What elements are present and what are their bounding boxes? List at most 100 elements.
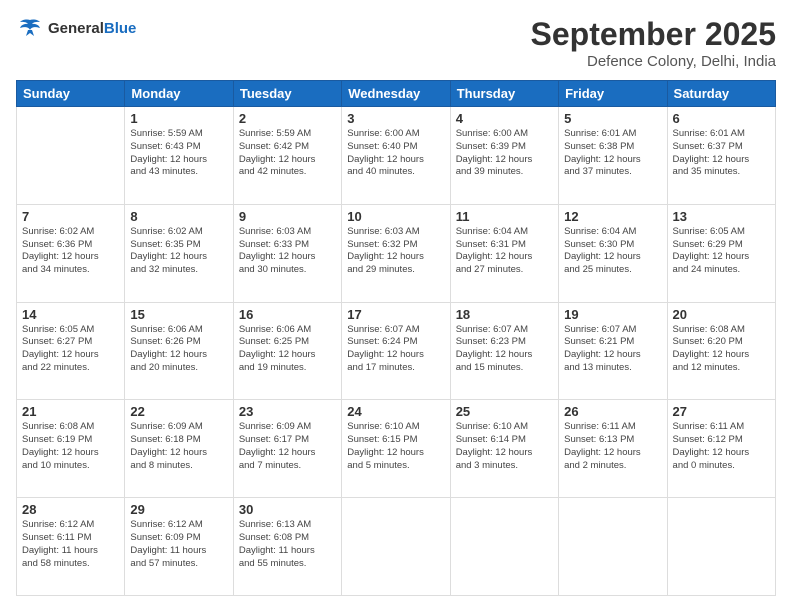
calendar-cell: 29 Sunrise: 6:12 AM Sunset: 6:09 PM Dayli…: [125, 498, 233, 596]
calendar-cell: 21Sunrise: 6:08 AM Sunset: 6:19 PM Dayli…: [17, 400, 125, 498]
calendar-cell: [667, 498, 775, 596]
day-number: 29: [130, 502, 227, 517]
calendar-cell: 26 Sunrise: 6:11 AM Sunset: 6:13 PM Dayli…: [559, 400, 667, 498]
calendar-cell: 17Sunrise: 6:07 AM Sunset: 6:24 PM Dayli…: [342, 302, 450, 400]
day-number: 11: [456, 209, 553, 224]
calendar-cell: 19 Sunrise: 6:07 AM Sunset: 6:21 PM Dayli…: [559, 302, 667, 400]
calendar-header-wednesday: Wednesday: [342, 81, 450, 107]
calendar-header-tuesday: Tuesday: [233, 81, 341, 107]
logo-icon: [16, 16, 44, 40]
day-info: Sunrise: 6:10 AM Sunset: 6:14 PM Dayligh…: [456, 421, 553, 472]
week-row-1: 1Sunrise: 5:59 AM Sunset: 6:43 PM Daylig…: [17, 107, 776, 205]
day-info: Sunrise: 5:59 AM Sunset: 6:42 PM Dayligh…: [239, 128, 336, 179]
day-info: Sunrise: 6:13 AM Sunset: 6:08 PM Dayligh…: [239, 519, 336, 570]
day-number: 20: [673, 307, 770, 322]
day-info: Sunrise: 6:05 AM Sunset: 6:27 PM Dayligh…: [22, 324, 119, 375]
day-info: Sunrise: 6:09 AM Sunset: 6:17 PM Dayligh…: [239, 421, 336, 472]
calendar-cell: 28 Sunrise: 6:12 AM Sunset: 6:11 PM Dayli…: [17, 498, 125, 596]
day-info: Sunrise: 6:09 AM Sunset: 6:18 PM Dayligh…: [130, 421, 227, 472]
day-number: 13: [673, 209, 770, 224]
day-number: 6: [673, 111, 770, 126]
day-number: 28: [22, 502, 119, 517]
calendar-header-thursday: Thursday: [450, 81, 558, 107]
day-info: Sunrise: 6:03 AM Sunset: 6:32 PM Dayligh…: [347, 226, 444, 277]
day-number: 3: [347, 111, 444, 126]
calendar-cell: 5 Sunrise: 6:01 AM Sunset: 6:38 PM Daylig…: [559, 107, 667, 205]
day-info: Sunrise: 6:11 AM Sunset: 6:13 PM Dayligh…: [564, 421, 661, 472]
calendar-cell: [450, 498, 558, 596]
month-title: September 2025: [531, 16, 776, 53]
calendar-cell: 6 Sunrise: 6:01 AM Sunset: 6:37 PM Daylig…: [667, 107, 775, 205]
calendar-cell: 25 Sunrise: 6:10 AM Sunset: 6:14 PM Dayli…: [450, 400, 558, 498]
day-info: Sunrise: 6:07 AM Sunset: 6:21 PM Dayligh…: [564, 324, 661, 375]
calendar-cell: 2 Sunrise: 5:59 AM Sunset: 6:42 PM Daylig…: [233, 107, 341, 205]
calendar-cell: 11 Sunrise: 6:04 AM Sunset: 6:31 PM Dayli…: [450, 204, 558, 302]
location-subtitle: Defence Colony, Delhi, India: [531, 53, 776, 70]
day-number: 12: [564, 209, 661, 224]
day-info: Sunrise: 6:02 AM Sunset: 6:36 PM Dayligh…: [22, 226, 119, 277]
calendar-cell: 14 Sunrise: 6:05 AM Sunset: 6:27 PM Dayli…: [17, 302, 125, 400]
calendar-cell: 7Sunrise: 6:02 AM Sunset: 6:36 PM Daylig…: [17, 204, 125, 302]
calendar-cell: 27 Sunrise: 6:11 AM Sunset: 6:12 PM Dayli…: [667, 400, 775, 498]
calendar-cell: 13 Sunrise: 6:05 AM Sunset: 6:29 PM Dayli…: [667, 204, 775, 302]
day-info: Sunrise: 6:01 AM Sunset: 6:37 PM Dayligh…: [673, 128, 770, 179]
calendar-cell: 12 Sunrise: 6:04 AM Sunset: 6:30 PM Dayli…: [559, 204, 667, 302]
day-info: Sunrise: 6:01 AM Sunset: 6:38 PM Dayligh…: [564, 128, 661, 179]
calendar-cell: 3 Sunrise: 6:00 AM Sunset: 6:40 PM Daylig…: [342, 107, 450, 205]
day-number: 19: [564, 307, 661, 322]
calendar-table: SundayMondayTuesdayWednesdayThursdayFrid…: [16, 80, 776, 596]
week-row-3: 14 Sunrise: 6:05 AM Sunset: 6:27 PM Dayli…: [17, 302, 776, 400]
calendar-cell: 1Sunrise: 5:59 AM Sunset: 6:43 PM Daylig…: [125, 107, 233, 205]
calendar-header-row: SundayMondayTuesdayWednesdayThursdayFrid…: [17, 81, 776, 107]
calendar-header-monday: Monday: [125, 81, 233, 107]
calendar-cell: [342, 498, 450, 596]
day-info: Sunrise: 6:02 AM Sunset: 6:35 PM Dayligh…: [130, 226, 227, 277]
day-info: Sunrise: 6:04 AM Sunset: 6:31 PM Dayligh…: [456, 226, 553, 277]
day-info: Sunrise: 6:00 AM Sunset: 6:40 PM Dayligh…: [347, 128, 444, 179]
day-info: Sunrise: 6:07 AM Sunset: 6:23 PM Dayligh…: [456, 324, 553, 375]
day-number: 2: [239, 111, 336, 126]
calendar-cell: 4Sunrise: 6:00 AM Sunset: 6:39 PM Daylig…: [450, 107, 558, 205]
day-info: Sunrise: 6:06 AM Sunset: 6:25 PM Dayligh…: [239, 324, 336, 375]
calendar-cell: 9Sunrise: 6:03 AM Sunset: 6:33 PM Daylig…: [233, 204, 341, 302]
calendar-cell: 20 Sunrise: 6:08 AM Sunset: 6:20 PM Dayli…: [667, 302, 775, 400]
day-number: 9: [239, 209, 336, 224]
day-number: 4: [456, 111, 553, 126]
day-number: 30: [239, 502, 336, 517]
calendar-header-saturday: Saturday: [667, 81, 775, 107]
day-number: 24: [347, 404, 444, 419]
day-number: 27: [673, 404, 770, 419]
day-number: 25: [456, 404, 553, 419]
week-row-4: 21Sunrise: 6:08 AM Sunset: 6:19 PM Dayli…: [17, 400, 776, 498]
day-info: Sunrise: 6:07 AM Sunset: 6:24 PM Dayligh…: [347, 324, 444, 375]
calendar-cell: 23 Sunrise: 6:09 AM Sunset: 6:17 PM Dayli…: [233, 400, 341, 498]
calendar-cell: 22 Sunrise: 6:09 AM Sunset: 6:18 PM Dayli…: [125, 400, 233, 498]
calendar-header-friday: Friday: [559, 81, 667, 107]
day-number: 5: [564, 111, 661, 126]
calendar-cell: 15 Sunrise: 6:06 AM Sunset: 6:26 PM Dayli…: [125, 302, 233, 400]
day-info: Sunrise: 6:11 AM Sunset: 6:12 PM Dayligh…: [673, 421, 770, 472]
day-number: 15: [130, 307, 227, 322]
day-number: 26: [564, 404, 661, 419]
day-info: Sunrise: 6:05 AM Sunset: 6:29 PM Dayligh…: [673, 226, 770, 277]
week-row-5: 28 Sunrise: 6:12 AM Sunset: 6:11 PM Dayli…: [17, 498, 776, 596]
calendar-cell: [17, 107, 125, 205]
day-number: 23: [239, 404, 336, 419]
day-info: Sunrise: 6:08 AM Sunset: 6:20 PM Dayligh…: [673, 324, 770, 375]
day-number: 16: [239, 307, 336, 322]
day-info: Sunrise: 6:12 AM Sunset: 6:11 PM Dayligh…: [22, 519, 119, 570]
day-number: 14: [22, 307, 119, 322]
day-number: 1: [130, 111, 227, 126]
day-number: 18: [456, 307, 553, 322]
day-info: Sunrise: 6:04 AM Sunset: 6:30 PM Dayligh…: [564, 226, 661, 277]
day-info: Sunrise: 6:10 AM Sunset: 6:15 PM Dayligh…: [347, 421, 444, 472]
calendar-header-sunday: Sunday: [17, 81, 125, 107]
calendar-cell: 24 Sunrise: 6:10 AM Sunset: 6:15 PM Dayli…: [342, 400, 450, 498]
day-number: 10: [347, 209, 444, 224]
calendar-cell: 18 Sunrise: 6:07 AM Sunset: 6:23 PM Dayli…: [450, 302, 558, 400]
day-info: Sunrise: 6:06 AM Sunset: 6:26 PM Dayligh…: [130, 324, 227, 375]
day-number: 22: [130, 404, 227, 419]
day-info: Sunrise: 6:08 AM Sunset: 6:19 PM Dayligh…: [22, 421, 119, 472]
header: GeneralBlue September 2025 Defence Colon…: [16, 16, 776, 70]
day-info: Sunrise: 6:12 AM Sunset: 6:09 PM Dayligh…: [130, 519, 227, 570]
